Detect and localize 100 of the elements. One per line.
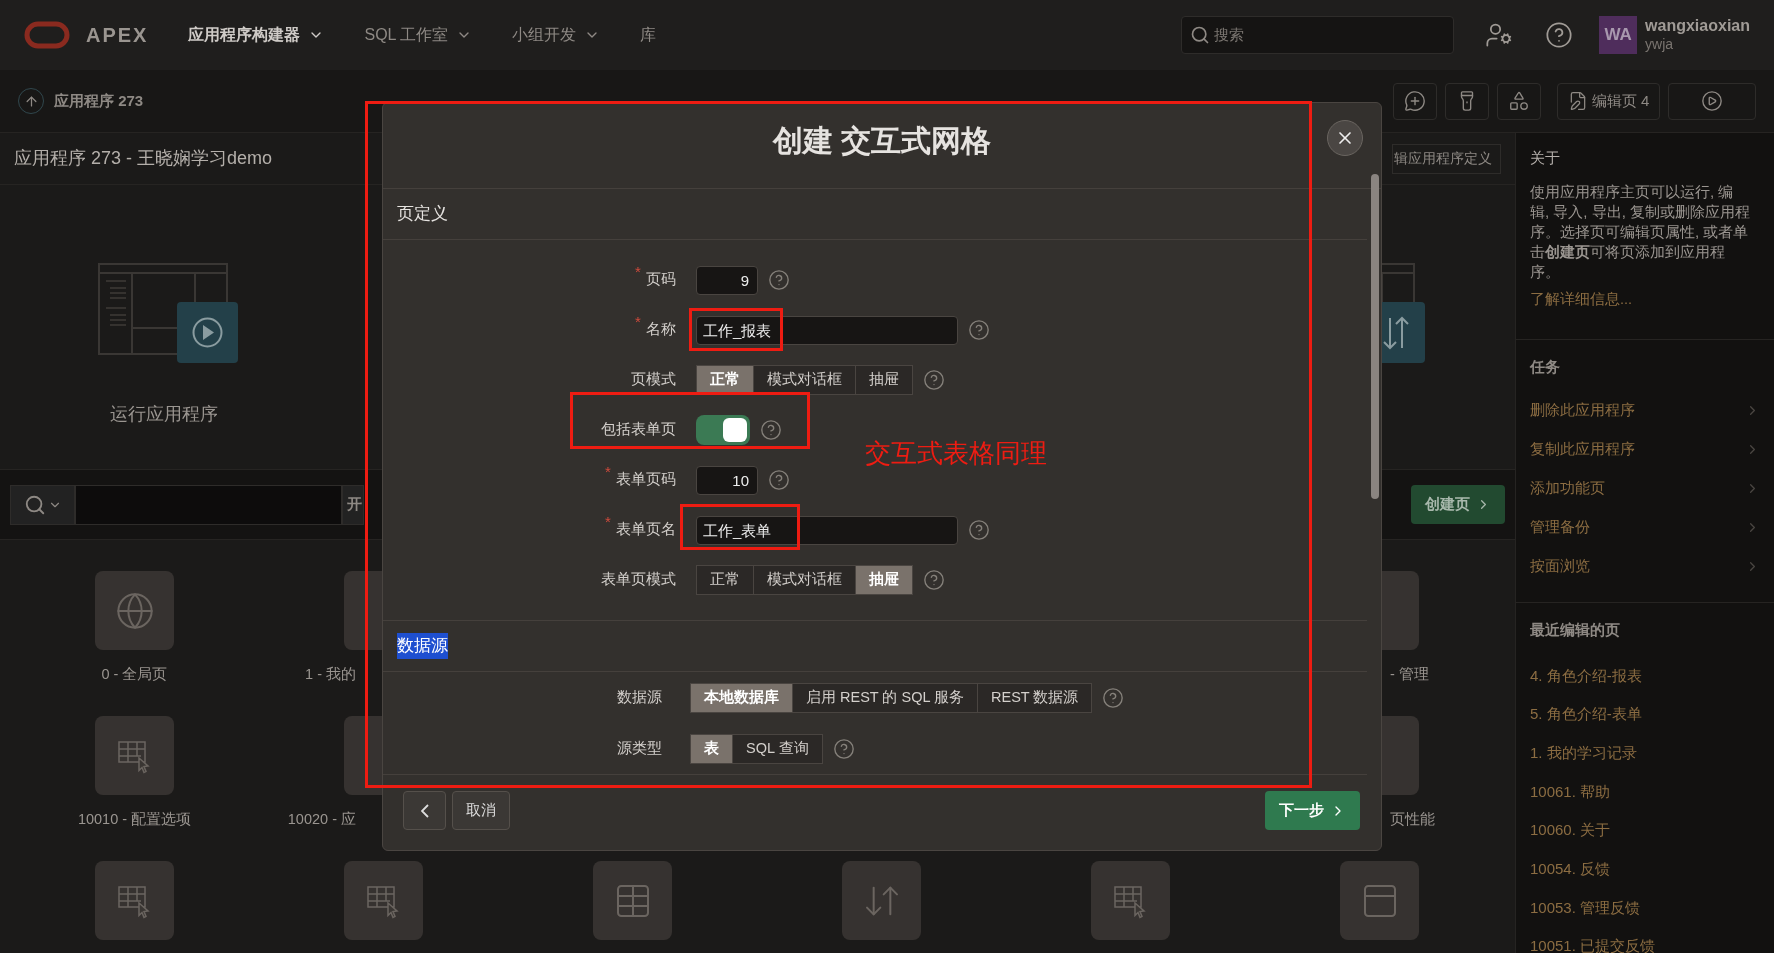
required-mark: * xyxy=(635,312,641,333)
segment-option[interactable]: 启用 REST 的 SQL 服务 xyxy=(792,682,978,713)
globe-icon xyxy=(114,590,155,631)
page-tile[interactable] xyxy=(95,861,174,940)
task-link[interactable]: 添加功能页 xyxy=(1530,469,1760,508)
go-button[interactable]: 开 xyxy=(342,484,364,525)
toggle-switch[interactable] xyxy=(696,415,750,445)
tasks-title: 任务 xyxy=(1530,356,1561,377)
toolbar-button[interactable] xyxy=(1497,82,1541,120)
segment-option[interactable]: SQL 查询 xyxy=(732,733,823,764)
page-tile[interactable] xyxy=(842,861,921,940)
user-name[interactable]: wangxiaoxian xyxy=(1645,16,1750,35)
nav-menu[interactable]: 小组开发 xyxy=(512,23,601,47)
required-mark: * xyxy=(605,462,611,483)
recent-page-link[interactable]: 10053. 管理反馈 xyxy=(1530,896,1641,920)
segment-option[interactable]: 本地数据库 xyxy=(690,682,793,713)
chevron-left-icon xyxy=(420,803,429,818)
recent-page-link[interactable]: 10054. 反馈 xyxy=(1530,858,1611,881)
segment-option[interactable]: 表 xyxy=(690,733,733,764)
segment-option[interactable]: 正常 xyxy=(696,565,754,595)
recent-title: 最近编辑的页 xyxy=(1530,620,1621,640)
page-label[interactable]: - 管理 xyxy=(1390,666,1429,682)
nav-menu[interactable]: SQL 工作室 xyxy=(364,23,473,47)
page-label[interactable]: 0 - 全局页 xyxy=(101,666,168,682)
run-app-label[interactable]: 运行应用程序 xyxy=(110,401,218,428)
help-icon[interactable] xyxy=(768,469,790,491)
help-icon[interactable] xyxy=(760,419,782,441)
recent-page-link[interactable]: 10061. 帮助 xyxy=(1530,780,1611,804)
help-icon[interactable] xyxy=(923,569,945,591)
about-title: 关于 xyxy=(1530,148,1561,168)
page-tile[interactable] xyxy=(1340,861,1419,940)
search-field[interactable]: 搜索 xyxy=(1181,16,1455,54)
edit-page-button[interactable]: 编辑页 4 xyxy=(1557,82,1660,120)
search-icon xyxy=(23,493,46,516)
logo-icon[interactable] xyxy=(24,21,70,49)
next-button[interactable]: 下一步 xyxy=(1265,791,1360,830)
page-label[interactable]: 页性能 xyxy=(1390,811,1435,827)
edit-definition-button[interactable]: 辑应用程序定义 xyxy=(1392,143,1501,174)
run-app-drawing[interactable] xyxy=(98,263,238,363)
number-field[interactable]: 9 xyxy=(696,265,758,295)
segment-option[interactable]: 模式对话框 xyxy=(753,365,856,395)
workspace-name: ywja xyxy=(1645,35,1675,54)
page-tile[interactable] xyxy=(95,716,174,795)
task-link[interactable]: 删除此应用程序 xyxy=(1530,391,1760,430)
search-placeholder: 搜索 xyxy=(1214,24,1245,45)
required-mark: * xyxy=(635,262,641,283)
recent-page-link[interactable]: 4. 角色介绍-报表 xyxy=(1530,664,1642,688)
toolbar-button[interactable] xyxy=(1393,82,1437,120)
section-title: 页定义 xyxy=(397,203,448,226)
play-icon xyxy=(1701,90,1723,112)
help-icon[interactable] xyxy=(1102,686,1125,709)
recent-page-link[interactable]: 5. 角色介绍-表单 xyxy=(1530,703,1642,726)
page-tile[interactable] xyxy=(593,861,672,940)
page-label[interactable]: 10010 - 配置选项 xyxy=(77,811,192,827)
recent-page-link[interactable]: 10060. 关于 xyxy=(1530,819,1611,842)
search-menu-button[interactable] xyxy=(10,484,75,525)
page-label[interactable]: 1 - 我的 xyxy=(305,666,356,682)
back-button[interactable] xyxy=(403,791,446,830)
help-icon[interactable] xyxy=(968,319,990,341)
scrollbar-thumb[interactable] xyxy=(1371,174,1379,499)
segment-option[interactable]: 抽屉 xyxy=(855,365,913,395)
text-field[interactable]: 工作_报表 xyxy=(696,315,958,345)
page-tile[interactable] xyxy=(1091,861,1170,940)
task-link[interactable]: 复制此应用程序 xyxy=(1530,430,1760,469)
page-tile[interactable] xyxy=(344,861,423,940)
text-field[interactable]: 工作_表单 xyxy=(696,515,958,545)
segment-option[interactable]: 正常 xyxy=(696,365,754,395)
help-icon[interactable] xyxy=(768,269,790,291)
annotation-note: 交互式表格同理 xyxy=(865,437,1047,470)
help-icon[interactable] xyxy=(1545,21,1574,49)
logo-text[interactable]: APEX xyxy=(86,20,149,50)
create-page-button[interactable]: 创建页 xyxy=(1411,485,1505,524)
nav-menu[interactable]: 库 xyxy=(640,23,657,47)
segment-option[interactable]: 抽屉 xyxy=(855,565,913,595)
run-button[interactable] xyxy=(1668,82,1756,120)
help-icon[interactable] xyxy=(968,519,990,541)
nav-menu[interactable]: 应用程序构建器 xyxy=(188,23,325,47)
task-link[interactable]: 按面浏览 xyxy=(1530,547,1760,586)
cancel-button[interactable]: 取消 xyxy=(452,791,510,830)
page-tile[interactable] xyxy=(95,571,174,650)
breadcrumb[interactable]: 应用程序 273 xyxy=(54,89,144,113)
close-button[interactable] xyxy=(1327,120,1363,156)
recent-page-link[interactable]: 1. 我的学习记录 xyxy=(1530,741,1637,765)
learn-more-link[interactable]: 了解详细信息... xyxy=(1530,290,1633,307)
field-label: 表单页模式 xyxy=(601,570,676,590)
section-title: 数据源 xyxy=(397,633,448,659)
avatar[interactable]: WA xyxy=(1599,16,1638,54)
recent-page-link[interactable]: 10051. 已提交反馈 xyxy=(1530,935,1656,953)
segment-option[interactable]: REST 数据源 xyxy=(977,682,1093,713)
help-icon[interactable] xyxy=(923,369,945,391)
search-field[interactable] xyxy=(75,484,342,525)
about-text: 使用应用程序主页可以运行, 编辑, 导入, 导出, 复制或删除应用程序。选择页可编辑页属性, 或者单击创建页可将页添加到应用程序。 xyxy=(1530,181,1751,282)
segment-option[interactable]: 模式对话框 xyxy=(753,565,856,595)
field-label: 页模式 xyxy=(631,370,676,390)
help-icon[interactable] xyxy=(832,737,855,760)
user-settings-icon[interactable] xyxy=(1485,21,1514,49)
task-link[interactable]: 管理备份 xyxy=(1530,508,1760,547)
page-label[interactable]: 10020 - 应 xyxy=(287,811,356,827)
toolbar-button[interactable] xyxy=(1445,82,1489,120)
number-field[interactable]: 10 xyxy=(696,465,758,495)
